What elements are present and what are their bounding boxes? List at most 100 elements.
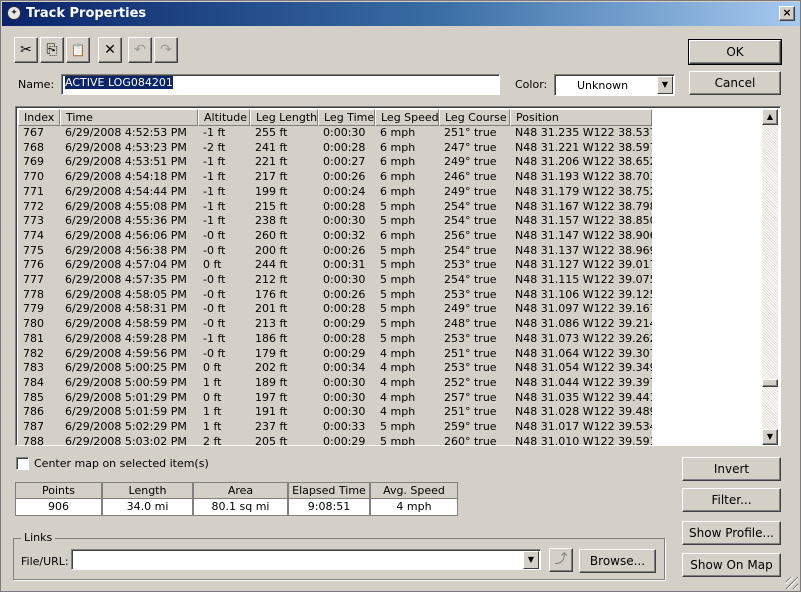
resize-grip-icon[interactable] <box>786 577 798 589</box>
close-button[interactable]: × <box>779 6 795 21</box>
table-row[interactable]: 776 6/29/2008 4:57:04 PM 0 ft 244 ft 0:00:31… <box>18 258 652 273</box>
table-row[interactable]: 778 6/29/2008 4:58:05 PM -0 ft 176 ft 0:00:2… <box>18 288 652 303</box>
paste-button[interactable]: 📋 <box>66 37 90 63</box>
cell-leg-time: 0:00:28 <box>323 331 366 345</box>
table-row[interactable]: 787 6/29/2008 5:02:29 PM 1 ft 237 ft 0:00:33… <box>18 420 652 435</box>
table-row[interactable]: 775 6/29/2008 4:56:38 PM -0 ft 200 ft 0:00:2… <box>18 244 652 259</box>
cell-index: 782 <box>23 346 44 360</box>
table-row[interactable]: 767 6/29/2008 4:52:53 PM -1 ft 255 ft 0:00:3… <box>18 126 652 141</box>
column-header-leg-speed[interactable]: Leg Speed <box>375 109 439 126</box>
show-on-map-button[interactable]: Show On Map <box>682 553 781 577</box>
follow-link-button[interactable]: ⤴ <box>549 548 573 572</box>
table-row[interactable]: 768 6/29/2008 4:53:23 PM -2 ft 241 ft 0:00:2… <box>18 141 652 156</box>
title-bar[interactable]: ✦ Track Properties × <box>2 2 800 26</box>
table-row[interactable]: 777 6/29/2008 4:57:35 PM -0 ft 212 ft 0:00:3… <box>18 273 652 288</box>
table-row[interactable]: 773 6/29/2008 4:55:36 PM -1 ft 238 ft 0:00:3… <box>18 214 652 229</box>
cell-altitude: -1 ft <box>203 199 226 213</box>
cell-time: 6/29/2008 5:03:02 PM <box>65 434 187 445</box>
cell-altitude: -0 ft <box>203 228 226 242</box>
cell-position: N48 31.115 W122 39.075 <box>515 273 652 286</box>
cell-leg-course: 247° true <box>444 140 497 154</box>
cell-index: 772 <box>23 199 44 213</box>
file-url-input[interactable]: ▼ <box>71 549 541 570</box>
cell-position: N48 31.221 W122 38.597 <box>515 140 652 154</box>
column-header-index[interactable]: Index <box>18 109 60 126</box>
invert-button[interactable]: Invert <box>682 457 781 481</box>
cell-leg-length: 241 ft <box>255 140 288 154</box>
table-row[interactable]: 780 6/29/2008 4:58:59 PM -0 ft 213 ft 0:00:2… <box>18 317 652 332</box>
table-row[interactable]: 774 6/29/2008 4:56:06 PM -0 ft 260 ft 0:00:3… <box>18 229 652 244</box>
table-row[interactable]: 769 6/29/2008 4:53:51 PM -1 ft 221 ft 0:00:2… <box>18 155 652 170</box>
cell-leg-speed: 4 mph <box>380 361 416 375</box>
cell-leg-length: 202 ft <box>255 361 288 375</box>
cell-position: N48 31.235 W122 38.537 <box>515 126 652 139</box>
follow-link-icon: ⤴ <box>554 552 568 567</box>
vertical-scrollbar[interactable]: ▲ ▼ <box>762 109 778 445</box>
cell-leg-speed: 5 mph <box>380 199 416 213</box>
cell-leg-speed: 6 mph <box>380 184 416 198</box>
chevron-down-icon[interactable]: ▼ <box>657 76 673 94</box>
column-header-leg-course[interactable]: Leg Course <box>439 109 510 126</box>
cancel-button[interactable]: Cancel <box>689 71 781 95</box>
table-row[interactable]: 784 6/29/2008 5:00:59 PM 1 ft 189 ft 0:00:30… <box>18 376 652 391</box>
cell-leg-time: 0:00:30 <box>323 405 366 419</box>
cell-leg-speed: 6 mph <box>380 228 416 242</box>
cell-leg-time: 0:00:32 <box>323 228 366 242</box>
cell-leg-course: 249° true <box>444 155 497 169</box>
edit-toolbar: ✂ ⎘ 📋 ✕ ↶ ↷ <box>14 37 182 65</box>
cell-index: 784 <box>23 375 44 389</box>
show-profile-button[interactable]: Show Profile... <box>682 521 781 545</box>
cell-time: 6/29/2008 4:55:08 PM <box>65 199 187 213</box>
ok-button[interactable]: OK <box>688 39 782 65</box>
center-map-checkbox[interactable] <box>16 457 29 470</box>
cell-index: 783 <box>23 361 44 375</box>
center-map-label[interactable]: Center map on selected item(s) <box>34 457 209 470</box>
cell-leg-speed: 4 mph <box>380 405 416 419</box>
table-row[interactable]: 779 6/29/2008 4:58:31 PM -0 ft 201 ft 0:00:2… <box>18 302 652 317</box>
table-row[interactable]: 786 6/29/2008 5:01:59 PM 1 ft 191 ft 0:00:30… <box>18 405 652 420</box>
track-summary: Points 906 Length 34.0 mi Area 80.1 sq m… <box>15 482 458 516</box>
column-header-position[interactable]: Position <box>510 109 652 126</box>
cell-index: 781 <box>23 331 44 345</box>
cell-index: 775 <box>23 243 44 257</box>
cell-time: 6/29/2008 5:00:25 PM <box>65 361 187 375</box>
table-row[interactable]: 783 6/29/2008 5:00:25 PM 0 ft 202 ft 0:00:34… <box>18 361 652 376</box>
column-header-leg-time[interactable]: Leg Time <box>318 109 375 126</box>
column-header-time[interactable]: Time <box>60 109 198 126</box>
copy-icon: ⎘ <box>46 42 58 58</box>
name-input[interactable]: ACTIVE LOG084201 <box>61 74 500 95</box>
undo-button[interactable]: ↶ <box>128 37 152 63</box>
cell-index: 770 <box>23 170 44 184</box>
cell-time: 6/29/2008 4:53:23 PM <box>65 140 187 154</box>
table-row[interactable]: 782 6/29/2008 4:59:56 PM -0 ft 179 ft 0:00:2… <box>18 347 652 362</box>
cell-leg-time: 0:00:29 <box>323 346 366 360</box>
cut-button[interactable]: ✂ <box>14 37 38 63</box>
color-select[interactable]: Unknown ▼ <box>554 74 675 96</box>
scroll-up-arrow-icon[interactable]: ▲ <box>762 109 778 125</box>
cell-leg-speed: 5 mph <box>380 434 416 445</box>
chevron-down-icon[interactable]: ▼ <box>523 551 539 569</box>
table-row[interactable]: 781 6/29/2008 4:59:28 PM -1 ft 186 ft 0:00:2… <box>18 332 652 347</box>
column-header-altitude[interactable]: Altitude <box>198 109 250 126</box>
scroll-down-arrow-icon[interactable]: ▼ <box>762 429 778 445</box>
cell-leg-length: 244 ft <box>255 258 288 272</box>
scroll-thumb[interactable] <box>762 379 778 387</box>
cell-leg-time: 0:00:30 <box>323 375 366 389</box>
cell-leg-course: 251° true <box>444 405 497 419</box>
table-row[interactable]: 772 6/29/2008 4:55:08 PM -1 ft 215 ft 0:00:2… <box>18 200 652 215</box>
filter-button[interactable]: Filter... <box>682 488 781 512</box>
table-row[interactable]: 770 6/29/2008 4:54:18 PM -1 ft 217 ft 0:00:2… <box>18 170 652 185</box>
delete-button[interactable]: ✕ <box>98 37 122 63</box>
compass-icon: ✦ <box>7 6 21 20</box>
track-properties-dialog: ✦ Track Properties × ✂ ⎘ 📋 ✕ ↶ ↷ Name: A… <box>0 0 801 592</box>
table-row[interactable]: 785 6/29/2008 5:01:29 PM 0 ft 197 ft 0:00:30… <box>18 391 652 406</box>
table-row[interactable]: 771 6/29/2008 4:54:44 PM -1 ft 199 ft 0:00:2… <box>18 185 652 200</box>
track-points-table[interactable]: Index Time Altitude Leg Length Leg Time … <box>15 106 781 446</box>
cell-position: N48 31.127 W122 39.017 <box>515 258 652 272</box>
copy-button[interactable]: ⎘ <box>40 37 64 63</box>
cell-index: 786 <box>23 405 44 419</box>
browse-button[interactable]: Browse... <box>579 549 656 573</box>
redo-button[interactable]: ↷ <box>154 37 178 63</box>
table-row[interactable]: 788 6/29/2008 5:03:02 PM 2 ft 205 ft 0:00:29… <box>18 435 652 445</box>
column-header-leg-length[interactable]: Leg Length <box>250 109 318 126</box>
